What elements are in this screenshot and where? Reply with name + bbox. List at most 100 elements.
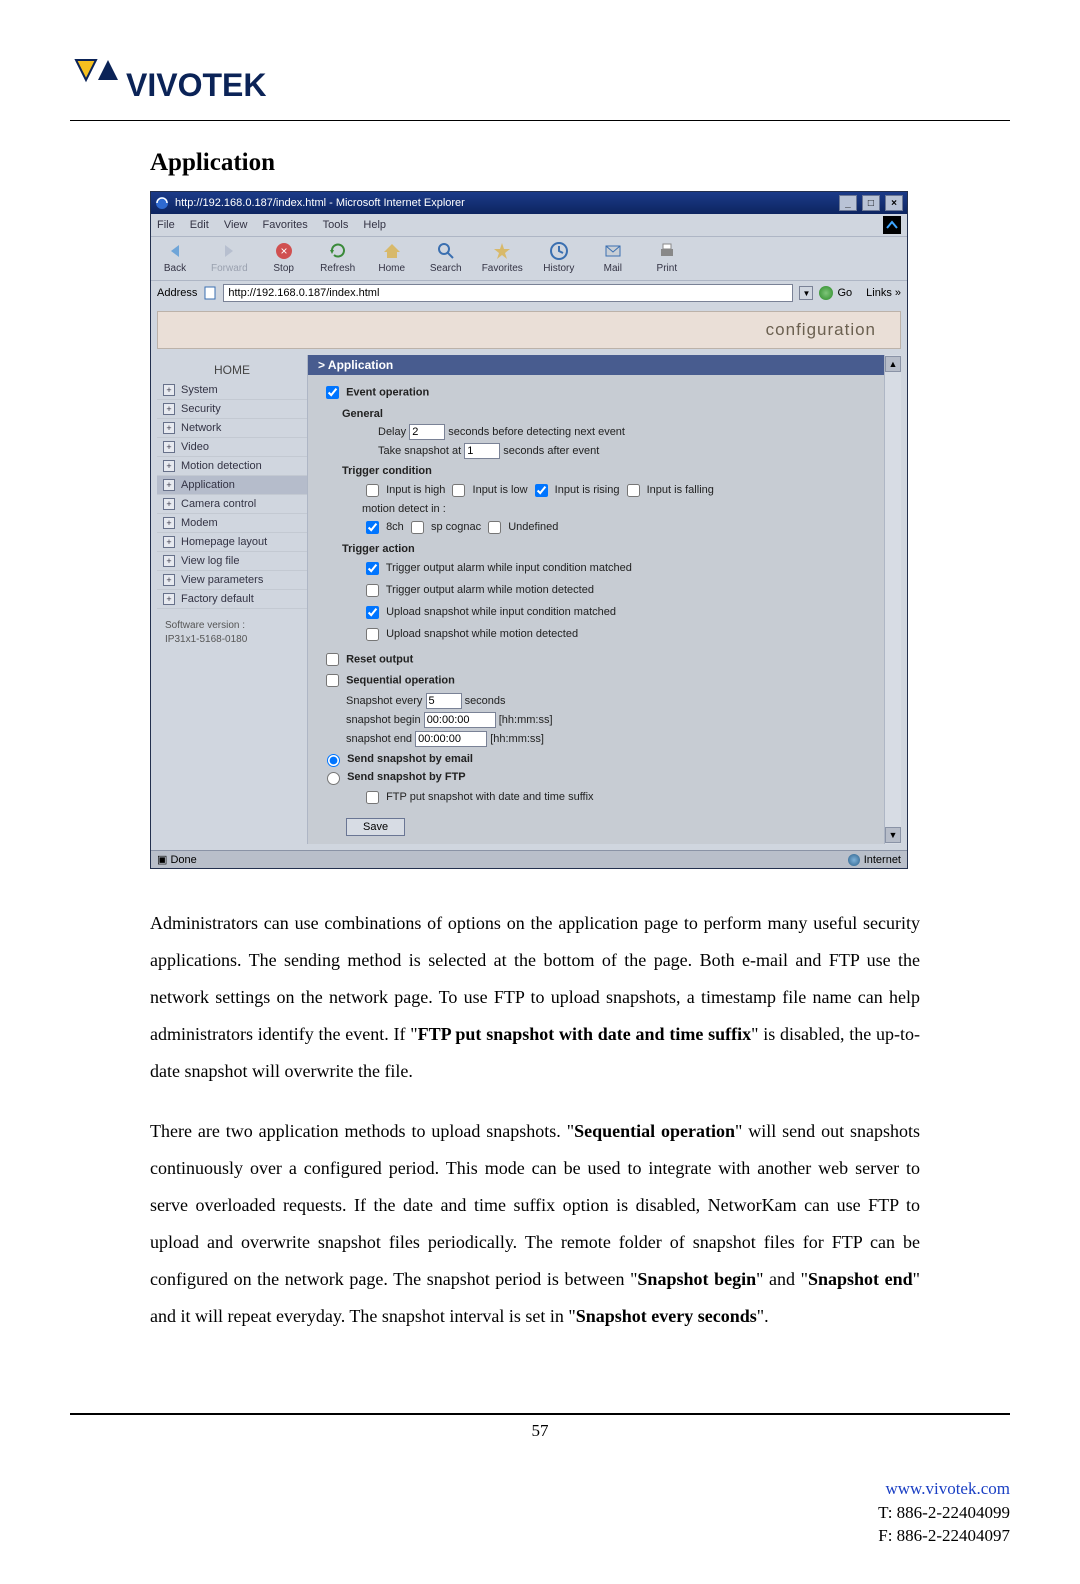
section-title: Application — [150, 149, 1010, 177]
refresh-button[interactable]: Refresh — [320, 241, 356, 274]
titlebar[interactable]: http://192.168.0.187/index.html - Micros… — [151, 192, 907, 214]
expand-icon[interactable]: + — [163, 498, 175, 510]
expand-icon[interactable]: + — [163, 574, 175, 586]
footer-fax: F: 886-2-22404097 — [878, 1526, 1010, 1545]
sidebar-item-view-log-file[interactable]: + View log file — [157, 552, 307, 571]
print-label: Print — [657, 263, 678, 274]
search-label: Search — [430, 263, 462, 274]
save-button[interactable]: Save — [346, 818, 405, 836]
menu-view[interactable]: View — [224, 219, 248, 231]
snap-every-input[interactable] — [426, 693, 462, 709]
expand-icon[interactable]: + — [163, 536, 175, 548]
sidebar-item-security[interactable]: +Security — [157, 400, 307, 419]
ie-icon — [155, 196, 169, 210]
expand-icon[interactable]: + — [163, 384, 175, 396]
menu-favorites[interactable]: Favorites — [263, 219, 308, 231]
go-button[interactable]: Go — [819, 286, 852, 300]
md-cognac-label: sp cognac — [431, 521, 481, 533]
sidebar-item-motion-detection[interactable]: +Motion detection — [157, 457, 307, 476]
addressbar: Address ▼ Go Links » — [151, 280, 907, 305]
md-undefined-label: Undefined — [508, 521, 558, 533]
expand-icon[interactable]: + — [163, 403, 175, 415]
stop-button[interactable]: × Stop — [266, 241, 302, 274]
close-button[interactable]: × — [885, 195, 903, 211]
send-ftp-radio[interactable] — [327, 772, 340, 785]
tc-rising-checkbox[interactable] — [535, 484, 548, 497]
ta-up-motion-label: Upload snapshot while motion detected — [386, 628, 578, 640]
go-label: Go — [837, 287, 852, 299]
event-operation-checkbox[interactable] — [326, 386, 339, 399]
tc-falling-checkbox[interactable] — [627, 484, 640, 497]
reset-output-checkbox[interactable] — [326, 653, 339, 666]
maximize-button[interactable]: □ — [862, 195, 880, 211]
sidebar-item-application[interactable]: +Application — [157, 476, 307, 495]
sidebar-item-homepage-layout[interactable]: +Homepage layout — [157, 533, 307, 552]
footer-url[interactable]: www.vivotek.com — [886, 1479, 1011, 1498]
sidebar-item-label: Modem — [181, 517, 218, 529]
sidebar-item-view-parameters[interactable]: +View parameters — [157, 571, 307, 590]
snap-begin-input[interactable] — [424, 712, 496, 728]
ftp-suffix-checkbox[interactable] — [366, 791, 379, 804]
done-icon: ▣ — [157, 854, 167, 866]
ta-out-motion-checkbox[interactable] — [366, 584, 379, 597]
expand-icon[interactable]: + — [163, 479, 175, 491]
expand-icon[interactable]: + — [163, 460, 175, 472]
status-right: Internet — [864, 854, 901, 866]
ta-out-input-checkbox[interactable] — [366, 562, 379, 575]
snapshot-at-input[interactable] — [464, 443, 500, 459]
sidebar-item-camera-control[interactable]: +Camera control — [157, 495, 307, 514]
ta-up-motion-checkbox[interactable] — [366, 628, 379, 641]
sidebar-item-video[interactable]: +Video — [157, 438, 307, 457]
md-8ch-label: 8ch — [386, 521, 404, 533]
minimize-button[interactable]: _ — [839, 195, 857, 211]
send-email-radio[interactable] — [327, 754, 340, 767]
footer-rule — [70, 1413, 1010, 1415]
menu-edit[interactable]: Edit — [190, 219, 209, 231]
expand-icon[interactable]: + — [163, 555, 175, 567]
md-cognac-checkbox[interactable] — [411, 521, 424, 534]
md-undefined-checkbox[interactable] — [488, 521, 501, 534]
sidebar-item-network[interactable]: +Network — [157, 419, 307, 438]
scroll-up-icon[interactable]: ▲ — [885, 356, 901, 372]
footer-tel: T: 886-2-22404099 — [878, 1503, 1010, 1522]
snap-begin-fmt: [hh:mm:ss] — [499, 714, 553, 726]
sidebar-item-modem[interactable]: + Modem — [157, 514, 307, 533]
delay-seconds-input[interactable] — [409, 424, 445, 440]
motion-detect-in-label: motion detect in : — [362, 503, 887, 515]
expand-icon[interactable]: + — [163, 422, 175, 434]
tc-low-checkbox[interactable] — [452, 484, 465, 497]
md-8ch-checkbox[interactable] — [366, 521, 379, 534]
mail-button[interactable]: Mail — [595, 241, 631, 274]
scroll-down-icon[interactable]: ▼ — [885, 827, 901, 843]
favorites-button[interactable]: Favorites — [482, 241, 523, 274]
address-input[interactable] — [223, 284, 793, 302]
forward-button[interactable]: Forward — [211, 241, 248, 274]
ta-up-input-checkbox[interactable] — [366, 606, 379, 619]
delay-after-text: seconds before detecting next event — [448, 426, 625, 438]
back-button[interactable]: Back — [157, 241, 193, 274]
address-dropdown-icon[interactable]: ▼ — [799, 286, 813, 300]
expand-icon[interactable]: + — [163, 593, 175, 605]
history-button[interactable]: History — [541, 241, 577, 274]
menu-file[interactable]: File — [157, 219, 175, 231]
tc-high-checkbox[interactable] — [366, 484, 379, 497]
search-button[interactable]: Search — [428, 241, 464, 274]
history-label: History — [543, 263, 574, 274]
sidebar-home[interactable]: HOME — [157, 355, 307, 381]
expand-icon[interactable]: + — [163, 441, 175, 453]
menu-help[interactable]: Help — [363, 219, 386, 231]
print-button[interactable]: Print — [649, 241, 685, 274]
links-label[interactable]: Links » — [866, 287, 901, 299]
menu-tools[interactable]: Tools — [323, 219, 349, 231]
expand-icon[interactable]: + — [163, 517, 175, 529]
home-button[interactable]: Home — [374, 241, 410, 274]
sidebar-item-system[interactable]: +System — [157, 381, 307, 400]
sequential-checkbox[interactable] — [326, 674, 339, 687]
sidebar-item-factory-default[interactable]: +Factory default — [157, 590, 307, 609]
tc-high-label: Input is high — [386, 484, 445, 496]
content-scrollbar[interactable]: ▲ ▼ — [884, 355, 901, 844]
sidebar-item-label: View log file — [181, 555, 240, 567]
logo-text: VIVOTEK — [126, 67, 266, 103]
toolbar: Back Forward × Stop Refresh Home Search — [151, 236, 907, 280]
snap-end-input[interactable] — [415, 731, 487, 747]
